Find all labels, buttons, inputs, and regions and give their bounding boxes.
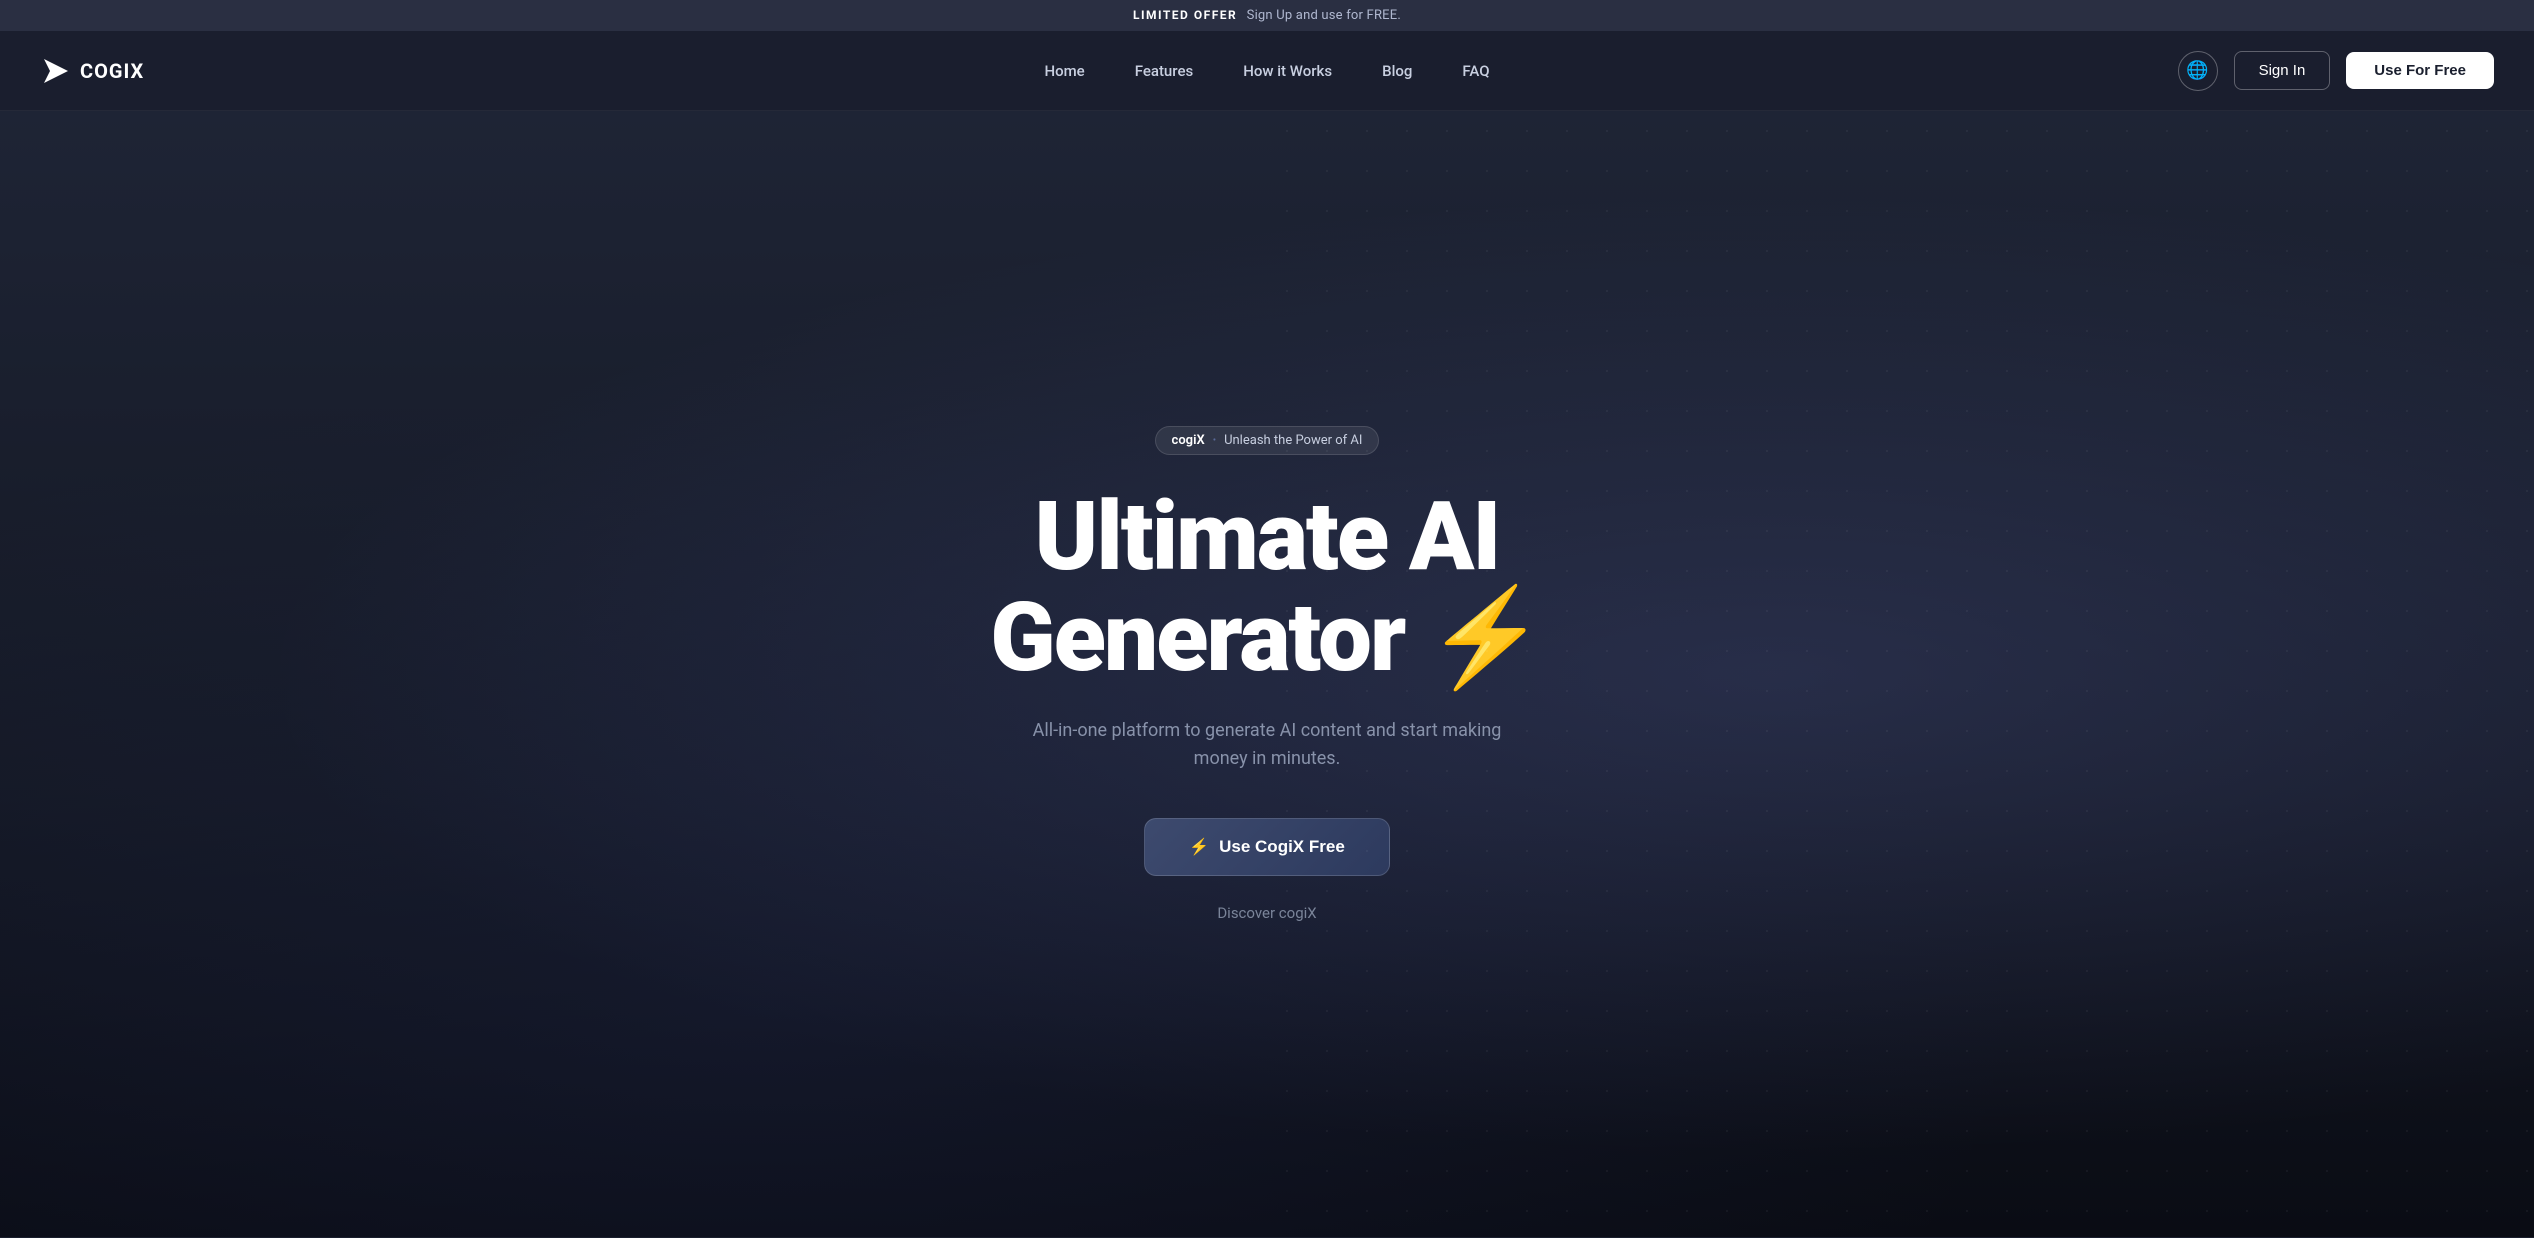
nav-blog[interactable]: Blog [1382,62,1412,80]
badge-separator: • [1213,435,1216,446]
signin-button[interactable]: Sign In [2234,51,2331,90]
nav-how-it-works[interactable]: How it Works [1243,62,1332,80]
banner-text: Sign Up and use for FREE. [1247,8,1401,23]
navbar: COGIX Home Features How it Works Blog FA… [0,31,2534,111]
nav-home[interactable]: Home [1044,62,1084,80]
navbar-actions: 🌐 Sign In Use For Free [2178,51,2494,91]
cta-button[interactable]: ⚡ Use CogiX Free [1144,818,1390,876]
use-free-button[interactable]: Use For Free [2346,52,2494,89]
lightning-icon: ⚡ [1426,588,1544,689]
discover-link[interactable]: Discover cogiX [1217,904,1316,922]
logo-text: COGIX [80,59,144,83]
hero-title: Ultimate AI Generator ⚡ [990,487,1544,689]
logo-icon [40,55,72,87]
hero-subtitle: All-in-one platform to generate AI conte… [1027,717,1507,775]
cta-lightning-icon: ⚡ [1189,837,1209,857]
hero-title-line1: Ultimate AI [1035,481,1500,593]
hero-title-line2: Generator [990,582,1404,694]
banner-highlight: LIMITED OFFER [1133,8,1237,22]
hero-badge: cogiX • Unleash the Power of AI [1155,426,1380,455]
globe-icon: 🌐 [2186,60,2208,81]
badge-brand: cogiX [1172,433,1205,448]
language-button[interactable]: 🌐 [2178,51,2218,91]
nav-links: Home Features How it Works Blog FAQ [1044,62,1489,80]
cta-label: Use CogiX Free [1219,837,1345,857]
nav-faq[interactable]: FAQ [1462,62,1489,80]
logo-area: COGIX [40,55,144,87]
hero-section: cogiX • Unleash the Power of AI Ultimate… [0,111,2534,1237]
top-banner: LIMITED OFFER Sign Up and use for FREE. [0,0,2534,31]
nav-features[interactable]: Features [1135,62,1193,80]
badge-text: Unleash the Power of AI [1224,433,1362,448]
